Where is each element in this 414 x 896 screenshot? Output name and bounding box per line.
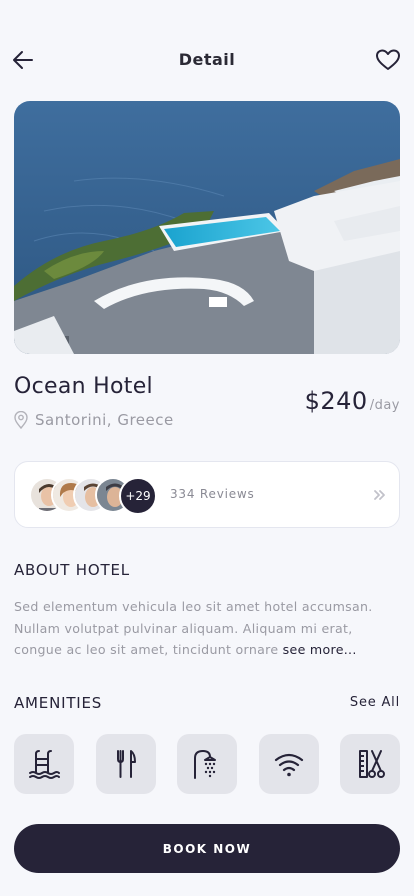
amenity-wifi[interactable] <box>259 734 319 794</box>
salon-icon <box>359 750 385 778</box>
hotel-name: Ocean Hotel <box>14 374 153 399</box>
amenities-list <box>14 734 400 794</box>
pool-icon <box>29 750 60 779</box>
hotel-location: Santorini, Greece <box>13 411 174 429</box>
page-title: Detail <box>178 50 236 69</box>
top-bar: Detail <box>0 38 414 82</box>
shower-icon <box>194 750 216 779</box>
amenity-salon[interactable] <box>340 734 400 794</box>
see-more-link[interactable]: see more... <box>283 642 357 657</box>
about-description: Sed elementum vehicula leo sit amet hote… <box>14 596 404 661</box>
hotel-photo[interactable] <box>14 101 400 354</box>
about-title: ABOUT HOTEL <box>14 561 130 579</box>
amenity-pool[interactable] <box>14 734 74 794</box>
location-pin-icon <box>14 411 28 429</box>
wifi-icon <box>274 753 304 777</box>
double-chevron-right-icon <box>374 490 385 500</box>
amenities-title: AMENITIES <box>14 694 103 712</box>
amenity-shower[interactable] <box>177 734 237 794</box>
see-all-link[interactable]: See All <box>350 695 400 710</box>
reviews-arrow-button[interactable] <box>373 487 387 506</box>
reviews-card[interactable]: +29 334 Reviews <box>14 461 400 528</box>
heart-icon <box>376 49 400 70</box>
review-count: 334 Reviews <box>170 487 255 501</box>
book-now-button[interactable]: BOOK NOW <box>14 824 400 873</box>
price-unit: /day <box>369 398 400 413</box>
location-text: Santorini, Greece <box>35 411 174 429</box>
amenity-restaurant[interactable] <box>96 734 156 794</box>
restaurant-icon <box>117 750 136 778</box>
favorite-button[interactable] <box>374 46 402 74</box>
price-value: $240 <box>304 387 368 415</box>
more-reviewers-badge: +29 <box>119 477 157 515</box>
price: $240 /day <box>305 387 400 415</box>
